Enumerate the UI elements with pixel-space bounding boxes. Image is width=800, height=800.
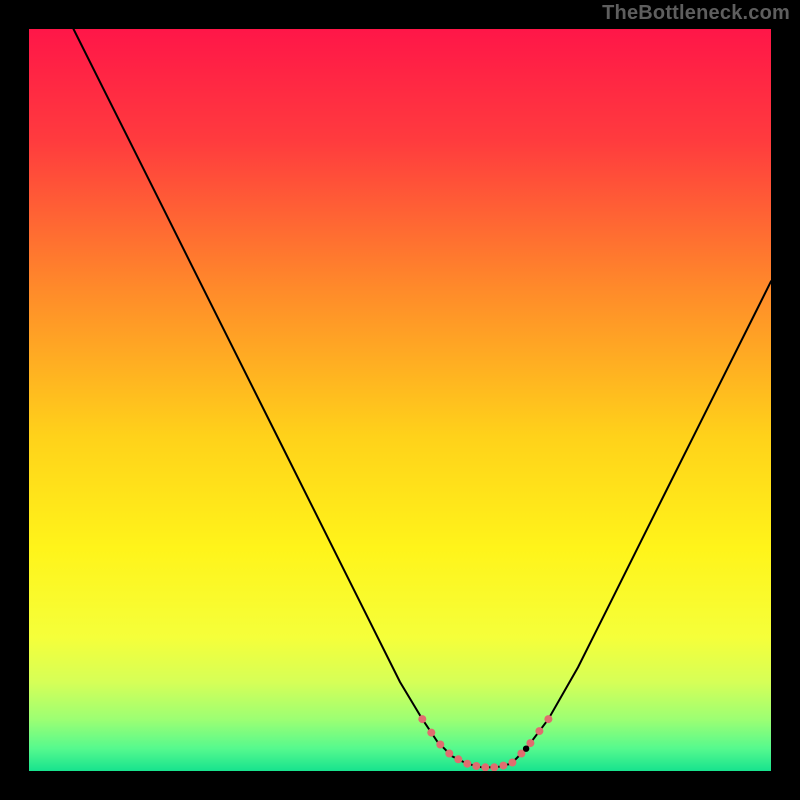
gradient-background [29,29,771,771]
chart-frame: TheBottleneck.com [0,0,800,800]
optimal-marker [523,746,529,752]
watermark-text: TheBottleneck.com [602,2,790,25]
bottleneck-chart [29,29,771,771]
